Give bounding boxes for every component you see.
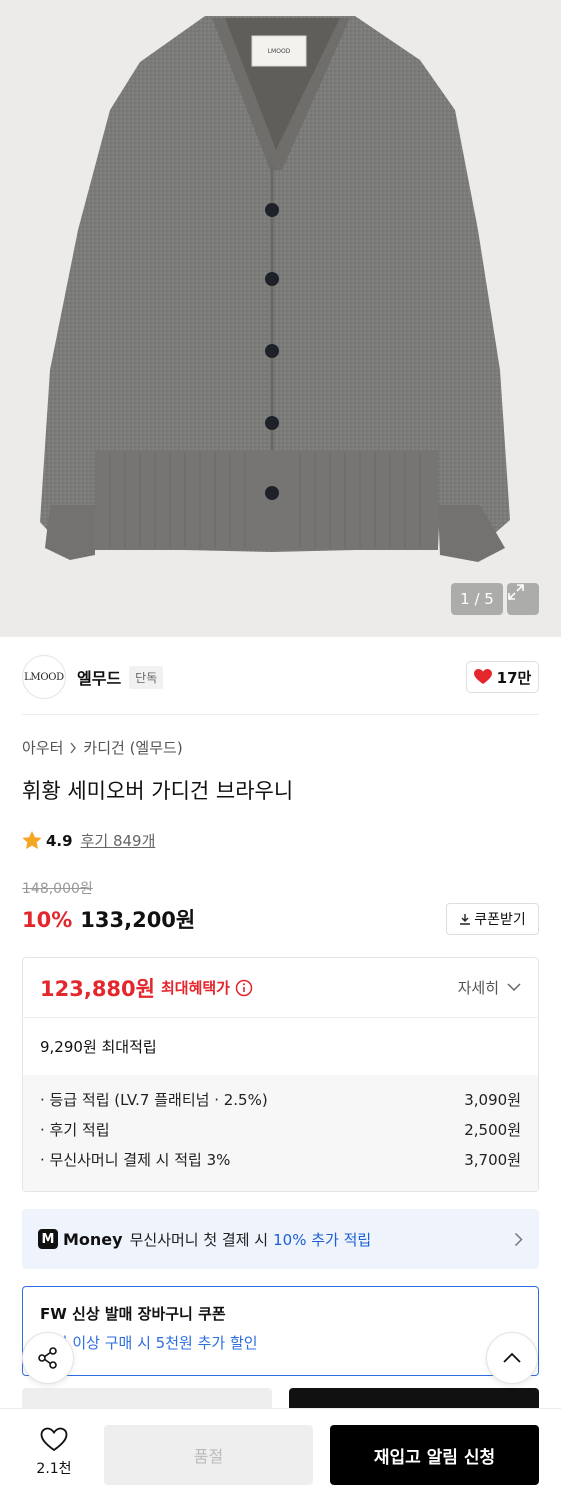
brand-row: LMOOD 엘무드 단독 17만	[22, 654, 539, 700]
exclusive-badge: 단독	[129, 665, 164, 689]
points-item-value: 3,700원	[464, 1151, 521, 1169]
soldout-button[interactable]: 품절	[104, 1425, 313, 1485]
brand-like-count: 17만	[496, 668, 532, 687]
breadcrumb-item-outer[interactable]: 아우터	[22, 737, 63, 758]
image-counter: 1 / 5	[451, 583, 503, 615]
original-price: 148,000원	[22, 881, 93, 897]
wishlist-button[interactable]: 2.1천	[22, 1427, 86, 1478]
bottom-action-bar: 2.1천 품절 재입고 알림 신청	[0, 1408, 561, 1500]
share-icon	[38, 1347, 57, 1369]
brand-like-button[interactable]: 17만	[466, 661, 539, 693]
fw-coupon-banner[interactable]: FW 신상 발매 장바구니 쿠폰 만원 이상 구매 시 5천원 추가 할인	[22, 1286, 539, 1376]
benefit-header: 123,880원 최대혜택가 자세히	[23, 958, 538, 1018]
share-button[interactable]	[22, 1332, 74, 1384]
detail-label: 자세히	[457, 979, 499, 997]
heart-outline-icon	[40, 1427, 68, 1452]
fw-coupon-subtitle: 만원 이상 구매 시 5천원 추가 할인	[40, 1334, 258, 1352]
points-item-value: 3,090원	[464, 1091, 521, 1109]
discount-rate: 10%	[22, 908, 73, 932]
points-item-label: · 후기 적립	[40, 1121, 110, 1139]
benefit-box: 123,880원 최대혜택가 자세히 9,290원 최대적립 · 등급 적립 (…	[22, 957, 539, 1192]
max-benefit-price: 123,880원	[40, 976, 155, 1001]
breadcrumb: 아우터 카디건 (엘무드)	[22, 737, 183, 758]
points-breakdown: · 등급 적립 (LV.7 플래티넘 · 2.5%) 3,090원 · 후기 적…	[23, 1075, 538, 1191]
max-points-total: 9,290원 최대적립	[40, 1038, 157, 1056]
chevron-right-icon	[514, 1232, 523, 1246]
chevron-down-icon	[507, 983, 521, 992]
restock-alert-button[interactable]: 재입고 알림 신청	[330, 1425, 539, 1485]
brand-name[interactable]: 엘무드	[77, 665, 121, 689]
divider	[22, 714, 539, 715]
points-item-label: · 등급 적립 (LV.7 플래티넘 · 2.5%)	[40, 1091, 268, 1109]
get-coupon-button[interactable]: 쿠폰받기	[446, 903, 539, 935]
points-item: · 등급 적립 (LV.7 플래티넘 · 2.5%) 3,090원	[40, 1089, 521, 1119]
money-brand: Money	[63, 1229, 123, 1249]
money-text: 무신사머니 첫 결제 시	[129, 1230, 269, 1249]
wishlist-count: 2.1천	[36, 1461, 72, 1477]
points-item-label: · 무신사머니 결제 시 적립 3%	[40, 1151, 231, 1169]
points-item-value: 2,500원	[464, 1121, 521, 1139]
rating-row[interactable]: 4.9 후기 849개	[22, 830, 155, 851]
expand-image-button[interactable]	[507, 583, 539, 615]
product-image-carousel[interactable]: LMOOD 1 / 5	[0, 0, 561, 637]
star-icon	[22, 831, 42, 849]
money-highlight: 10% 추가 적립	[273, 1230, 372, 1249]
benefit-detail-toggle[interactable]: 자세히	[458, 977, 521, 998]
heart-filled-icon	[473, 669, 492, 684]
points-item: · 후기 적립 2,500원	[40, 1119, 521, 1149]
max-benefit-label: 최대혜택가	[160, 979, 230, 997]
scroll-top-button[interactable]	[486, 1332, 538, 1384]
product-title: 휘황 세미오버 가디건 브라우니	[22, 779, 294, 803]
musinsa-money-banner[interactable]: M Money 무신사머니 첫 결제 시 10% 추가 적립	[22, 1209, 539, 1269]
points-item: · 무신사머니 결제 시 적립 3% 3,700원	[40, 1149, 521, 1179]
money-logo-icon: M	[38, 1229, 58, 1249]
garment-label-text: LMOOD	[268, 48, 291, 55]
chevron-up-icon	[503, 1352, 521, 1363]
cardigan-image: LMOOD	[40, 16, 510, 562]
brand-logo[interactable]: LMOOD	[22, 655, 66, 699]
chevron-right-icon	[70, 742, 77, 753]
download-icon	[460, 914, 471, 925]
sale-price: 133,200원	[80, 908, 196, 932]
get-coupon-label: 쿠폰받기	[474, 912, 526, 928]
price-row: 10% 133,200원	[22, 904, 195, 934]
fw-coupon-title: FW 신상 발매 장바구니 쿠폰	[40, 1305, 226, 1323]
breadcrumb-item-cardigan[interactable]: 카디건 (엘무드)	[83, 737, 182, 758]
review-count-link[interactable]: 후기 849개	[81, 830, 156, 851]
expand-icon	[508, 584, 524, 600]
rating-score: 4.9	[46, 831, 73, 850]
info-icon[interactable]	[235, 979, 253, 997]
